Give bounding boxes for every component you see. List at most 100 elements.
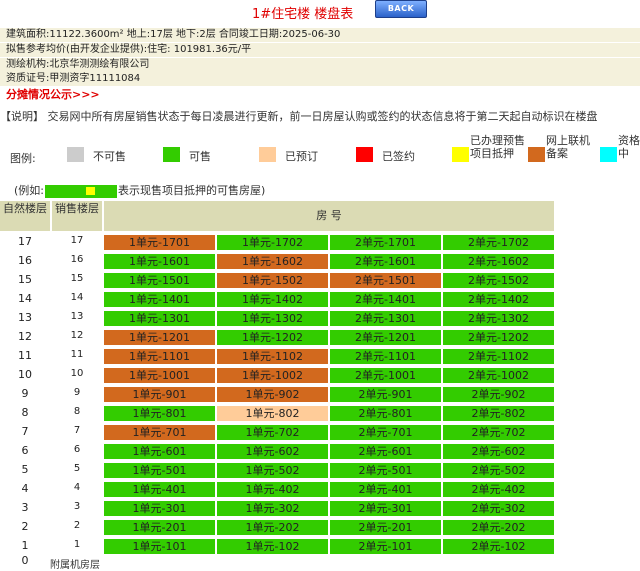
unit-cell[interactable]: 2单元-1001 (330, 368, 441, 383)
legend-swatch (600, 147, 617, 162)
unit-cell[interactable]: 2单元-701 (330, 425, 441, 440)
unit-cell[interactable]: 1单元-401 (104, 482, 215, 497)
unit-cell[interactable]: 2单元-502 (443, 463, 554, 478)
unit-cell[interactable]: 2单元-501 (330, 463, 441, 478)
unit-cell[interactable]: 2单元-1102 (443, 349, 554, 364)
floor-natural: 14 (18, 292, 32, 305)
back-button[interactable]: BACK (375, 0, 427, 18)
unit-cell[interactable]: 1单元-1601 (104, 254, 215, 269)
legend-label-item: 可售 (189, 150, 211, 163)
share-info-link[interactable]: 分摊情况公示>>> (6, 86, 100, 102)
unit-cell[interactable]: 1单元-302 (217, 501, 328, 516)
floor-natural: 11 (18, 349, 32, 362)
floor-sales: 14 (70, 292, 84, 303)
unit-cell[interactable]: 2单元-1301 (330, 311, 441, 326)
unit-cell[interactable]: 2单元-1701 (330, 235, 441, 250)
unit-cell[interactable]: 2单元-402 (443, 482, 554, 497)
unit-cell[interactable]: 1单元-702 (217, 425, 328, 440)
floor-sales: 7 (73, 425, 81, 436)
unit-cell[interactable]: 1单元-1201 (104, 330, 215, 345)
unit-cell[interactable]: 2单元-1501 (330, 273, 441, 288)
floor-sales: 9 (73, 387, 81, 398)
unit-cell[interactable]: 1单元-1402 (217, 292, 328, 307)
floor-natural: 15 (18, 273, 32, 286)
unit-cell[interactable]: 2单元-1101 (330, 349, 441, 364)
unit-cell[interactable]: 1单元-602 (217, 444, 328, 459)
unit-cell[interactable]: 1单元-501 (104, 463, 215, 478)
unit-cell[interactable]: 2单元-901 (330, 387, 441, 402)
unit-cell[interactable]: 1单元-801 (104, 406, 215, 421)
unit-cell[interactable]: 2单元-902 (443, 387, 554, 402)
unit-cell[interactable]: 2单元-1401 (330, 292, 441, 307)
floor-natural: 12 (18, 330, 32, 343)
unit-cell[interactable]: 2单元-801 (330, 406, 441, 421)
survey-org: 测绘机构:北京华测测绘有限公司 (6, 59, 150, 70)
unit-cell[interactable]: 1单元-601 (104, 444, 215, 459)
floor-sales: 3 (73, 501, 81, 512)
floor-natural: 8 (21, 406, 29, 419)
floor-sales: 16 (70, 254, 84, 265)
unit-cell[interactable]: 2单元-1502 (443, 273, 554, 288)
unit-cell[interactable]: 1单元-202 (217, 520, 328, 535)
unit-cell[interactable]: 2单元-1402 (443, 292, 554, 307)
unit-cell[interactable]: 2单元-1702 (443, 235, 554, 250)
unit-cell[interactable]: 2单元-1202 (443, 330, 554, 345)
floor-sales: 4 (73, 482, 81, 493)
unit-cell[interactable]: 1单元-902 (217, 387, 328, 402)
legend-label-item: 网上联机备案 (546, 134, 590, 160)
unit-cell[interactable]: 1单元-102 (217, 539, 328, 554)
unit-cell[interactable]: 2单元-1002 (443, 368, 554, 383)
unit-cell[interactable]: 1单元-901 (104, 387, 215, 402)
unit-cell[interactable]: 2单元-301 (330, 501, 441, 516)
unit-cell[interactable]: 1单元-1101 (104, 349, 215, 364)
unit-cell[interactable]: 2单元-601 (330, 444, 441, 459)
unit-cell[interactable]: 2单元-802 (443, 406, 554, 421)
unit-cell[interactable]: 2单元-302 (443, 501, 554, 516)
unit-cell[interactable]: 1单元-802 (217, 406, 328, 421)
unit-cell[interactable]: 2单元-201 (330, 520, 441, 535)
unit-cell[interactable]: 1单元-402 (217, 482, 328, 497)
floor-sales: 12 (70, 330, 84, 341)
unit-cell[interactable]: 1单元-1302 (217, 311, 328, 326)
unit-cell[interactable]: 1单元-1001 (104, 368, 215, 383)
unit-cell[interactable]: 2单元-602 (443, 444, 554, 459)
unit-cell[interactable]: 1单元-1202 (217, 330, 328, 345)
unit-cell[interactable]: 2单元-1302 (443, 311, 554, 326)
legend-swatch (528, 147, 545, 162)
unit-cell[interactable]: 1单元-1602 (217, 254, 328, 269)
unit-cell[interactable]: 2单元-702 (443, 425, 554, 440)
unit-cell[interactable]: 1单元-502 (217, 463, 328, 478)
legend-swatch (67, 147, 84, 162)
unit-cell[interactable]: 1单元-701 (104, 425, 215, 440)
unit-cell[interactable]: 1单元-1501 (104, 273, 215, 288)
floor-natural: 4 (21, 482, 29, 495)
unit-cell[interactable]: 1单元-1102 (217, 349, 328, 364)
floor-natural: 1 (21, 539, 29, 552)
unit-cell[interactable]: 1单元-1702 (217, 235, 328, 250)
col-header-sales: 销售楼层 (52, 201, 102, 231)
unit-cell[interactable]: 1单元-1401 (104, 292, 215, 307)
unit-cell[interactable]: 1单元-301 (104, 501, 215, 516)
floor-sales: 10 (70, 368, 84, 379)
unit-cell[interactable]: 2单元-101 (330, 539, 441, 554)
legend-label-item: 资格中 (618, 134, 640, 160)
unit-cell[interactable]: 2单元-401 (330, 482, 441, 497)
unit-cell[interactable]: 1单元-1701 (104, 235, 215, 250)
unit-cell[interactable]: 1单元-101 (104, 539, 215, 554)
notice-text: 【说明】 交易网中所有房屋销售状态于每日凌晨进行更新，前一日房屋认购或签约的状态… (0, 110, 598, 123)
unit-cell[interactable]: 2单元-202 (443, 520, 554, 535)
unit-cell[interactable]: 2单元-1201 (330, 330, 441, 345)
unit-cell[interactable]: 1单元-1502 (217, 273, 328, 288)
unit-cell[interactable]: 2单元-102 (443, 539, 554, 554)
example-mortgage-mark (86, 186, 95, 195)
price-info: 拟售参考均价(由开发企业提供):住宅: 101981.36元/平 (6, 44, 252, 55)
unit-cell[interactable]: 2单元-1602 (443, 254, 554, 269)
floor-natural: 16 (18, 254, 32, 267)
unit-cell[interactable]: 2单元-1601 (330, 254, 441, 269)
unit-cell[interactable]: 1单元-201 (104, 520, 215, 535)
floor-natural: 7 (21, 425, 29, 438)
info-area-line: 建筑面积:11122.3600m² 地上:17层 地下:2层 合同竣工日期:20… (0, 28, 640, 42)
unit-cell[interactable]: 1单元-1002 (217, 368, 328, 383)
cert-no: 资质证号:甲测资字11111084 (6, 73, 141, 84)
unit-cell[interactable]: 1单元-1301 (104, 311, 215, 326)
